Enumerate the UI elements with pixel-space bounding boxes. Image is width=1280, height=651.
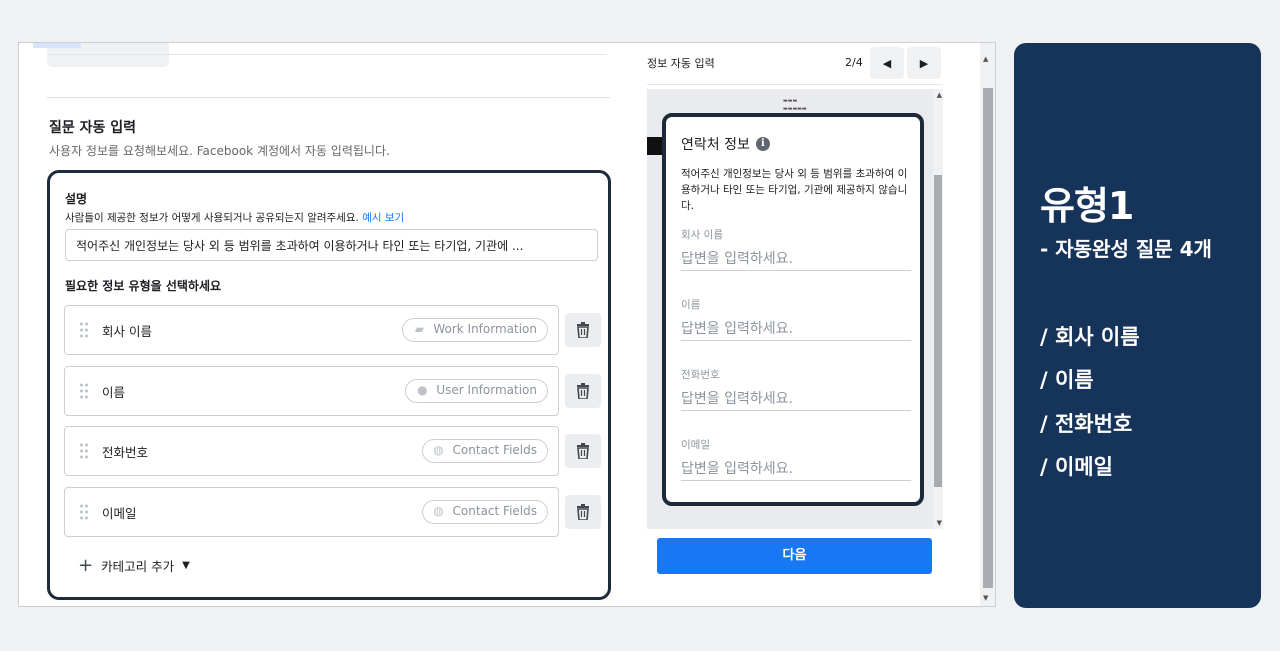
example-link[interactable]: 예시 보기 [362,212,404,224]
section-title: 질문 자동 입력 [49,120,137,136]
description-input[interactable]: 적어주신 개인정보는 당사 외 등 범위를 초과하여 이용하거나 타인 또는 타… [65,229,598,261]
preview-scrollbar-thumb[interactable] [934,175,942,487]
divider [647,84,943,85]
card-description: 적어주신 개인정보는 당사 외 등 범위를 초과하여 이용하거나 타인 또는 타… [681,168,908,212]
question-row-company-name[interactable]: 회사 이름 ▰ Work Information [64,305,559,355]
scroll-up-icon[interactable]: ▲ [937,91,942,99]
preview-prev-button[interactable]: ◀ [870,47,904,79]
delete-button[interactable] [565,434,601,468]
caret-right-icon: ▶ [919,56,929,70]
info-type-label: 필요한 정보 유형을 선택하세요 [65,279,222,293]
trash-icon [577,504,589,520]
window-scrollbar[interactable]: ▲ ▼ [980,43,995,606]
field-label: 회사 이름 [681,229,723,241]
drag-handle-icon[interactable] [79,442,89,460]
annotation-panel: 유형1 - 자동완성 질문 4개 / 회사 이름 / 이름 / 전화번호 / 이… [1014,43,1261,608]
field-label: 이름 [681,299,701,311]
category-chip: ◍ Contact Fields [421,439,548,463]
plus-icon: + [78,554,94,576]
info-icon[interactable]: i [755,137,770,151]
selection-marker [33,43,81,48]
next-button[interactable]: 다음 [657,538,932,574]
category-label: Contact Fields [452,443,537,457]
preview-title: 정보 자동 입력 [647,57,715,70]
section-subtitle: 사용자 정보를 요청해보세요. Facebook 계정에서 자동 입력됩니다. [49,144,390,158]
add-category-label: 카테고리 추가 [101,559,175,574]
delete-button[interactable] [565,495,601,529]
delete-button[interactable] [565,374,601,408]
contact-info-card: 연락처 정보 i 적어주신 개인정보는 당사 외 등 범위를 초과하여 이용하거… [662,113,924,506]
scroll-down-icon[interactable]: ▼ [983,594,988,602]
question-label: 이메일 [102,506,137,521]
drag-handle-icon[interactable] [79,503,89,521]
drag-handle-icon[interactable] [79,321,89,339]
annotation-item: / 이메일 [1040,455,1113,479]
trash-icon [577,443,589,459]
phone-field[interactable]: 답변을 입력하세요. [681,388,911,411]
preview-scrollbar[interactable]: ▲ ▼ [933,89,943,529]
briefcase-icon: ▰ [414,322,424,336]
category-label: Contact Fields [452,504,537,518]
category-label: User Information [436,383,537,397]
add-category-button[interactable]: + 카테고리 추가 ▼ [78,556,190,575]
annotation-item: / 이름 [1040,368,1094,392]
caret-down-icon: ▼ [182,560,190,571]
description-label: 설명 [65,192,88,206]
name-field[interactable]: 답변을 입력하세요. [681,318,911,341]
category-chip: ▰ Work Information [402,318,548,342]
chat-bubbles-icon: ◍ [433,443,444,457]
divider [47,97,610,98]
user-icon: ● [417,383,428,397]
scroll-up-icon[interactable]: ▲ [983,55,988,63]
divider [47,54,607,55]
question-row-email[interactable]: 이메일 ◍ Contact Fields [64,487,559,537]
card-title-text: 연락처 정보 [681,137,750,153]
card-title: 연락처 정보 i [681,134,770,154]
question-label: 이름 [102,385,126,400]
form-editor-window: 질문 자동 입력 사용자 정보를 요청해보세요. Facebook 계정에서 자… [18,42,996,607]
preview-next-page-button[interactable]: ▶ [907,47,941,79]
delete-button[interactable] [565,313,601,347]
question-label: 회사 이름 [102,324,152,339]
field-label: 이메일 [681,439,710,451]
autofill-questions-panel: 설명 사람들이 제공한 정보가 어떻게 사용되거나 공유되는지 알려주세요. 예… [47,170,611,600]
annotation-title: 유형1 [1040,184,1134,228]
field-label: 전화번호 [681,369,720,381]
question-row-name[interactable]: 이름 ● User Information [64,366,559,416]
category-chip: ◍ Contact Fields [421,500,548,524]
trash-icon [577,383,589,399]
preview-background-text: ▬▬▬ ▬▬▬▬▬ [783,98,807,112]
description-help-text: 사람들이 제공한 정보가 어떻게 사용되거나 공유되는지 알려주세요. [65,212,359,224]
chat-bubbles-icon: ◍ [433,504,444,518]
email-field[interactable]: 답변을 입력하세요. [681,458,911,481]
caret-left-icon: ◀ [882,56,892,70]
annotation-item: / 회사 이름 [1040,325,1140,349]
annotation-item: / 전화번호 [1040,412,1133,436]
question-row-phone[interactable]: 전화번호 ◍ Contact Fields [64,426,559,476]
question-label: 전화번호 [102,445,149,460]
category-label: Work Information [433,322,537,336]
company-name-field[interactable]: 답변을 입력하세요. [681,248,911,271]
description-help: 사람들이 제공한 정보가 어떻게 사용되거나 공유되는지 알려주세요. 예시 보… [65,210,404,225]
window-scrollbar-thumb[interactable] [983,88,993,588]
scroll-down-icon[interactable]: ▼ [937,519,942,527]
annotation-subtitle: - 자동완성 질문 4개 [1040,237,1212,261]
preview-page-indicator: 2/4 [845,56,863,69]
drag-handle-icon[interactable] [79,382,89,400]
trash-icon [577,322,589,338]
category-chip: ● User Information [405,379,548,403]
